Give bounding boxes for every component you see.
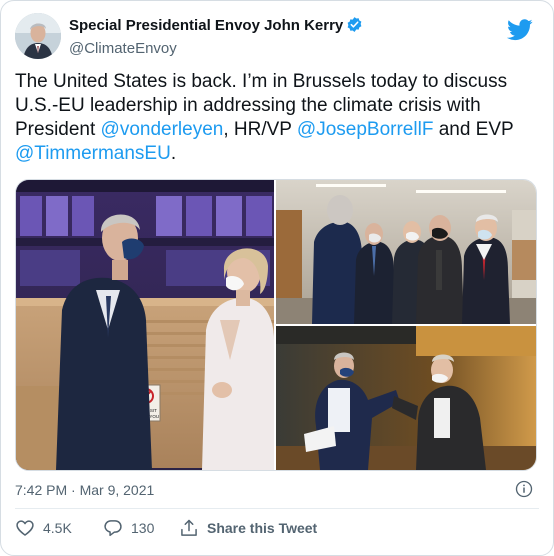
twitter-bird-icon[interactable] — [507, 19, 533, 46]
verified-badge-icon — [346, 16, 363, 39]
heart-icon — [16, 520, 34, 536]
share-button[interactable]: Share this Tweet — [179, 517, 317, 539]
tweet-header: Special Presidential Envoy John Kerry @C… — [15, 13, 539, 63]
tweet-text-part-4: . — [170, 143, 177, 164]
photo-kerry-von-der-leyen[interactable]: DON'T SIT THANK YOU — [16, 180, 274, 470]
media-grid: DON'T SIT THANK YOU — [15, 179, 537, 471]
reply-button[interactable]: 130 — [103, 517, 154, 539]
like-count: 4.5K — [43, 520, 72, 536]
author-handle[interactable]: @ClimateEnvoy — [69, 39, 363, 59]
author-name[interactable]: Special Presidential Envoy John Kerry — [69, 16, 363, 39]
mention-vonderleyen[interactable]: @vonderleyen — [101, 119, 224, 140]
divider — [15, 508, 539, 509]
avatar-image — [15, 13, 61, 59]
reply-count: 130 — [131, 520, 155, 536]
author-block: Special Presidential Envoy John Kerry @C… — [69, 16, 363, 59]
tweet-text-part-2: , HR/VP — [223, 119, 297, 140]
share-label: Share this Tweet — [207, 520, 318, 536]
mention-timmermanseu[interactable]: @TimmermansEU — [15, 143, 171, 164]
tweet-text: The United States is back. I’m in Brusse… — [15, 70, 535, 166]
author-display-name[interactable]: Special Presidential Envoy John Kerry — [69, 17, 343, 34]
info-icon[interactable] — [515, 480, 533, 503]
tweet-card: Special Presidential Envoy John Kerry @C… — [0, 0, 554, 556]
tweet-text-part-3: and EVP — [433, 119, 514, 140]
photo-group-meeting[interactable] — [276, 180, 536, 324]
like-button[interactable]: 4.5K — [15, 517, 72, 539]
tweet-meta: 7:42 PM · Mar 9, 2021 — [15, 480, 535, 500]
avatar[interactable] — [15, 13, 61, 59]
tweet-actions: 4.5K 130 Share this Tweet — [15, 517, 535, 539]
mention-josepborrellf[interactable]: @JosepBorrellF — [297, 119, 434, 140]
photo-elbow-bump[interactable] — [276, 326, 536, 470]
reply-bubble-icon — [104, 520, 122, 537]
share-icon — [181, 519, 197, 536]
tweet-timestamp[interactable]: 7:42 PM · Mar 9, 2021 — [15, 482, 154, 498]
